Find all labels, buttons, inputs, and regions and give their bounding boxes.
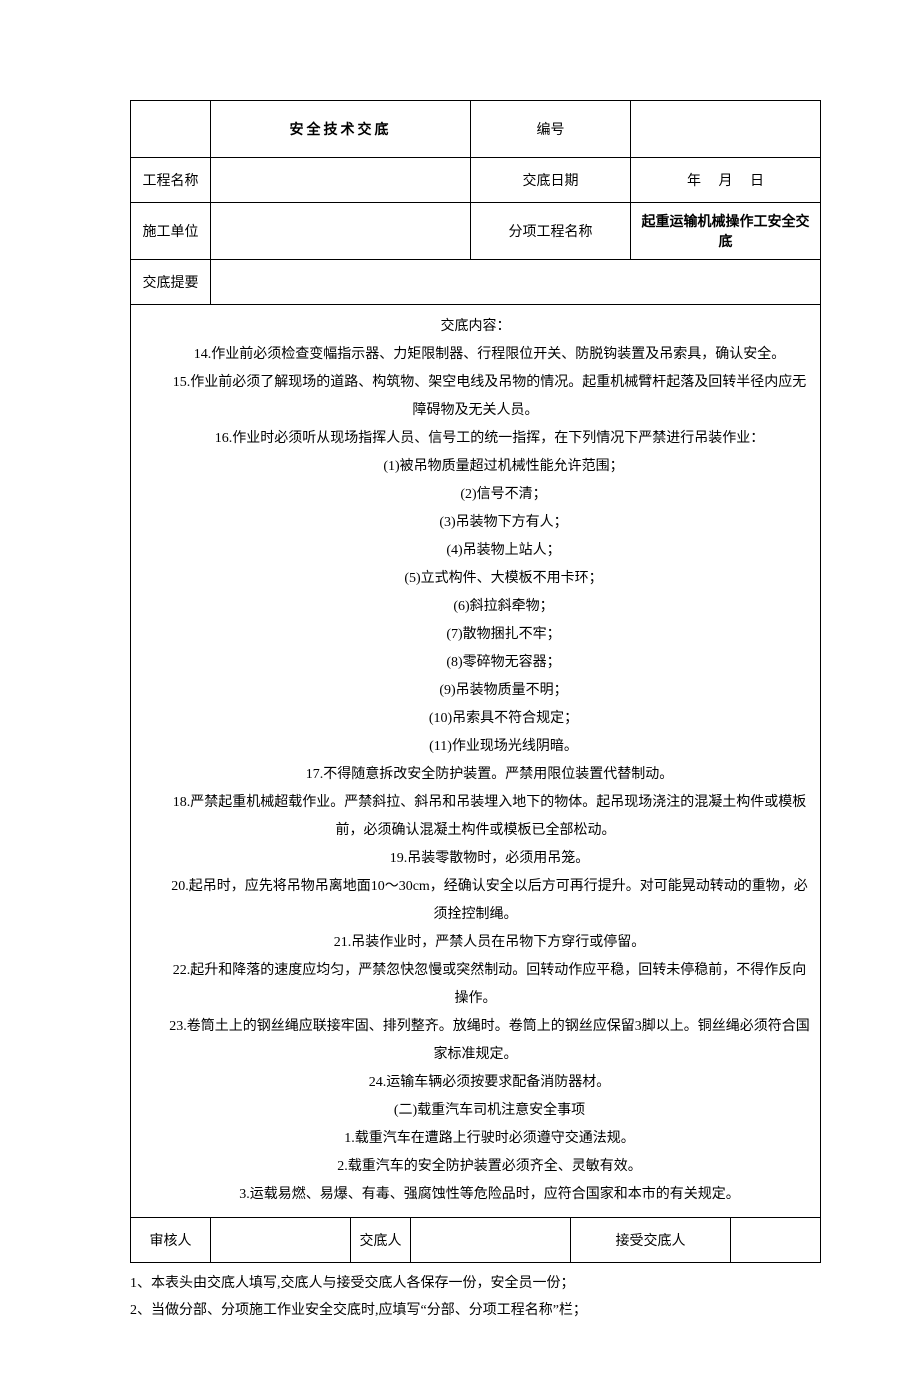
subproject-value[interactable]: 起重运输机械操作工安全交底 xyxy=(631,203,821,260)
unit-label: 施工单位 xyxy=(131,203,211,260)
content-line: 23.卷筒土上的钢丝绳应联接牢固、排列整齐。放绳时。卷筒上的钢丝应保留3脚以上。… xyxy=(141,1013,810,1069)
content-line: (10)吊索具不符合规定； xyxy=(141,705,810,733)
content-row: 交底内容： 14.作业前必须检查变幅指示器、力矩限制器、行程限位开关、防脱钩装置… xyxy=(131,305,821,1218)
date-label: 交底日期 xyxy=(471,158,631,203)
content-heading: 交底内容： xyxy=(141,313,810,341)
unit-row: 施工单位 分项工程名称 起重运输机械操作工安全交底 xyxy=(131,203,821,260)
project-name-row: 工程名称 交底日期 年 月 日 xyxy=(131,158,821,203)
reviewer-value[interactable] xyxy=(211,1218,351,1263)
serial-label: 编号 xyxy=(471,101,631,158)
form-title: 安全技术交底 xyxy=(211,101,471,158)
form-table: 安全技术交底 编号 工程名称 交底日期 年 月 日 施工单位 分项工程名称 起重… xyxy=(130,100,821,1263)
serial-value[interactable] xyxy=(631,101,821,158)
content-line: (2)信号不清； xyxy=(141,481,810,509)
content-line: 2.载重汽车的安全防护装置必须齐全、灵敏有效。 xyxy=(141,1153,810,1181)
subproject-label: 分项工程名称 xyxy=(471,203,631,260)
content-line: 18.严禁起重机械超载作业。严禁斜拉、斜吊和吊装埋入地下的物体。起吊现场浇注的混… xyxy=(141,789,810,845)
content-line: (9)吊装物质量不明； xyxy=(141,677,810,705)
content-line: (二)载重汽车司机注意安全事项 xyxy=(141,1097,810,1125)
content-line: 17.不得随意拆改安全防护装置。严禁用限位装置代替制动。 xyxy=(141,761,810,789)
content-line: (8)零碎物无容器； xyxy=(141,649,810,677)
content-line: 16.作业时必须听从现场指挥人员、信号工的统一指挥，在下列情况下严禁进行吊装作业… xyxy=(141,425,810,453)
summary-label: 交底提要 xyxy=(131,260,211,305)
content-line: 1.载重汽车在遭路上行驶时必须遵守交通法规。 xyxy=(141,1125,810,1153)
summary-value[interactable] xyxy=(211,260,821,305)
content-line: 22.起升和降落的速度应均匀，严禁忽快忽慢或突然制动。回转动作应平稳，回转未停稳… xyxy=(141,957,810,1013)
content-line: 3.运载易燃、易爆、有毒、强腐蚀性等危险品时，应符合国家和本市的有关规定。 xyxy=(141,1181,810,1209)
content-line: (1)被吊物质量超过机械性能允许范围； xyxy=(141,453,810,481)
content-line: 15.作业前必须了解现场的道路、构筑物、架空电线及吊物的情况。起重机械臂杆起落及… xyxy=(141,369,810,425)
reviewer-label: 审核人 xyxy=(131,1218,211,1263)
content-line: (3)吊装物下方有人； xyxy=(141,509,810,537)
presenter-label: 交底人 xyxy=(351,1218,411,1263)
content-line: (4)吊装物上站人； xyxy=(141,537,810,565)
content-line: (6)斜拉斜牵物； xyxy=(141,593,810,621)
summary-row: 交底提要 xyxy=(131,260,821,305)
footnotes: 1、本表头由交底人填写,交底人与接受交底人各保存一份，安全员一份； 2、当做分部… xyxy=(130,1263,790,1323)
content-line: 20.起吊时，应先将吊物吊离地面10～30cm，经确认安全以后方可再行提升。对可… xyxy=(141,873,810,929)
content-line: (5)立式构件、大模板不用卡环； xyxy=(141,565,810,593)
signer-row: 审核人 交底人 接受交底人 xyxy=(131,1218,821,1263)
footnote-1: 1、本表头由交底人填写,交底人与接受交底人各保存一份，安全员一份； xyxy=(130,1271,790,1296)
project-name-label: 工程名称 xyxy=(131,158,211,203)
title-row: 安全技术交底 编号 xyxy=(131,101,821,158)
content-line: 24.运输车辆必须按要求配备消防器材。 xyxy=(141,1069,810,1097)
content-line: 21.吊装作业时，严禁人员在吊物下方穿行或停留。 xyxy=(141,929,810,957)
project-name-value[interactable] xyxy=(211,158,471,203)
content-line: 19.吊装零散物时，必须用吊笼。 xyxy=(141,845,810,873)
receiver-value[interactable] xyxy=(731,1218,821,1263)
content-body: 交底内容： 14.作业前必须检查变幅指示器、力矩限制器、行程限位开关、防脱钩装置… xyxy=(131,305,821,1218)
content-line: (11)作业现场光线阴暗。 xyxy=(141,733,810,761)
date-value[interactable]: 年 月 日 xyxy=(631,158,821,203)
receiver-label: 接受交底人 xyxy=(571,1218,731,1263)
presenter-value[interactable] xyxy=(411,1218,571,1263)
unit-value[interactable] xyxy=(211,203,471,260)
content-line: (7)散物捆扎不牢； xyxy=(141,621,810,649)
content-line: 14.作业前必须检查变幅指示器、力矩限制器、行程限位开关、防脱钩装置及吊索具，确… xyxy=(141,341,810,369)
blank-cell-top-left xyxy=(131,101,211,158)
document-page: 安全技术交底 编号 工程名称 交底日期 年 月 日 施工单位 分项工程名称 起重… xyxy=(0,0,920,1383)
